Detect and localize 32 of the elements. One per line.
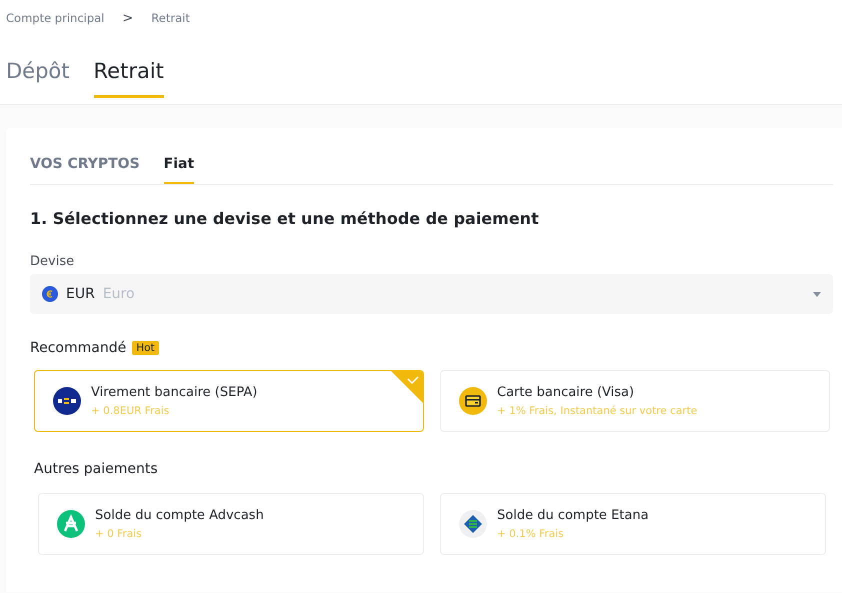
chevron-icon: > — [122, 10, 134, 26]
method-title: Solde du compte Advcash — [95, 508, 264, 523]
method-title: Virement bancaire (SEPA) — [91, 385, 258, 400]
hot-badge: Hot — [132, 341, 159, 355]
step-title: 1. Sélectionnez une devise et une méthode de paiement — [30, 209, 540, 228]
sepa-logo-icon — [53, 387, 81, 415]
method-fee: + 0 Frais — [95, 528, 143, 540]
tab[interactable]: Dépôt — [6, 51, 70, 98]
method-fee: + 0.1% Frais — [497, 528, 565, 540]
breadcrumb-current: Retrait — [151, 11, 190, 25]
method-title: Solde du compte Etana — [497, 508, 649, 523]
field-label: Devise — [30, 254, 76, 269]
wallet-icon — [459, 387, 487, 415]
advcash-logo-icon — [57, 510, 85, 538]
method-fee: + 1% Frais, Instantané sur votre carte — [497, 405, 698, 417]
payment-method-card[interactable]: Carte bancaire (Visa) + 1% Frais, Instantané sur votre carte — [440, 370, 830, 432]
breadcrumb-link[interactable]: Compte principal — [6, 11, 104, 25]
caret-icon — [813, 292, 821, 296]
check-corner-icon — [391, 371, 423, 403]
tab[interactable]: VOS CRYPTOS — [30, 156, 140, 184]
payment-method-card[interactable]: Solde du compte Etana + 0.1% Frais — [440, 493, 826, 555]
payment-method-card[interactable]: Virement bancaire (SEPA) + 0.8EUR Frais — [34, 370, 424, 432]
tab[interactable]: Retrait — [94, 51, 164, 98]
etana-logo-icon — [459, 510, 487, 538]
method-title: Carte bancaire (Visa) — [497, 385, 636, 400]
currency-select[interactable]: EUR Euro — [30, 274, 833, 314]
payment-method-card[interactable]: Solde du compte Advcash + 0 Frais — [38, 493, 424, 555]
tab[interactable]: Fiat — [164, 156, 194, 184]
section-title: Autres paiements — [34, 461, 159, 477]
method-fee: + 0.8EUR Frais — [91, 405, 170, 417]
section-title: Recommandé — [30, 340, 126, 356]
euro-coin-icon — [42, 286, 58, 302]
